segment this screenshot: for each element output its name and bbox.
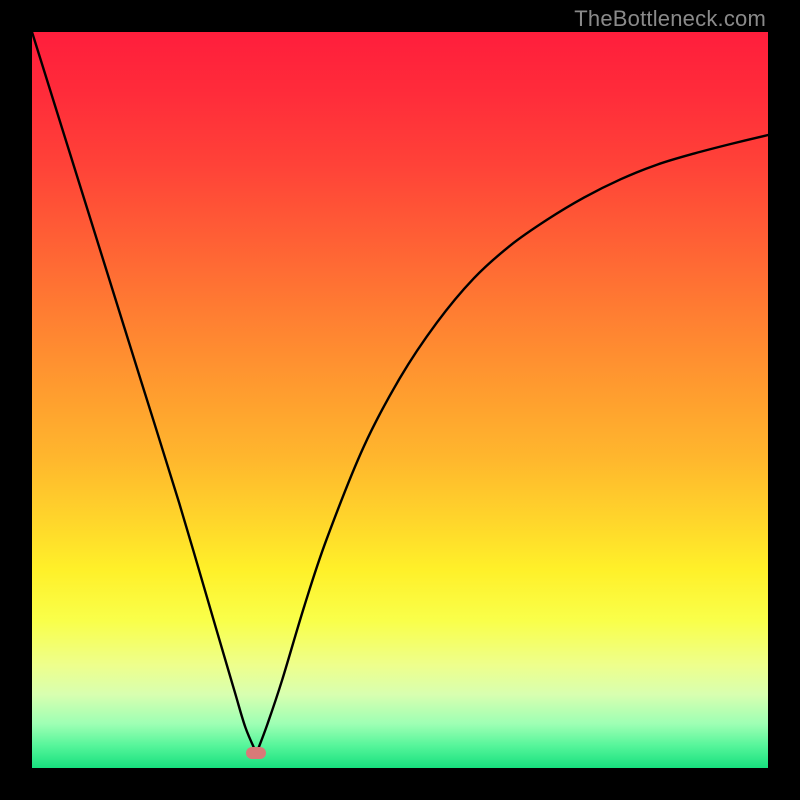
chart-frame: TheBottleneck.com — [0, 0, 800, 800]
plot-area — [32, 32, 768, 768]
bottleneck-curve — [32, 32, 768, 768]
minimum-marker — [246, 747, 266, 759]
watermark-text: TheBottleneck.com — [574, 6, 766, 32]
